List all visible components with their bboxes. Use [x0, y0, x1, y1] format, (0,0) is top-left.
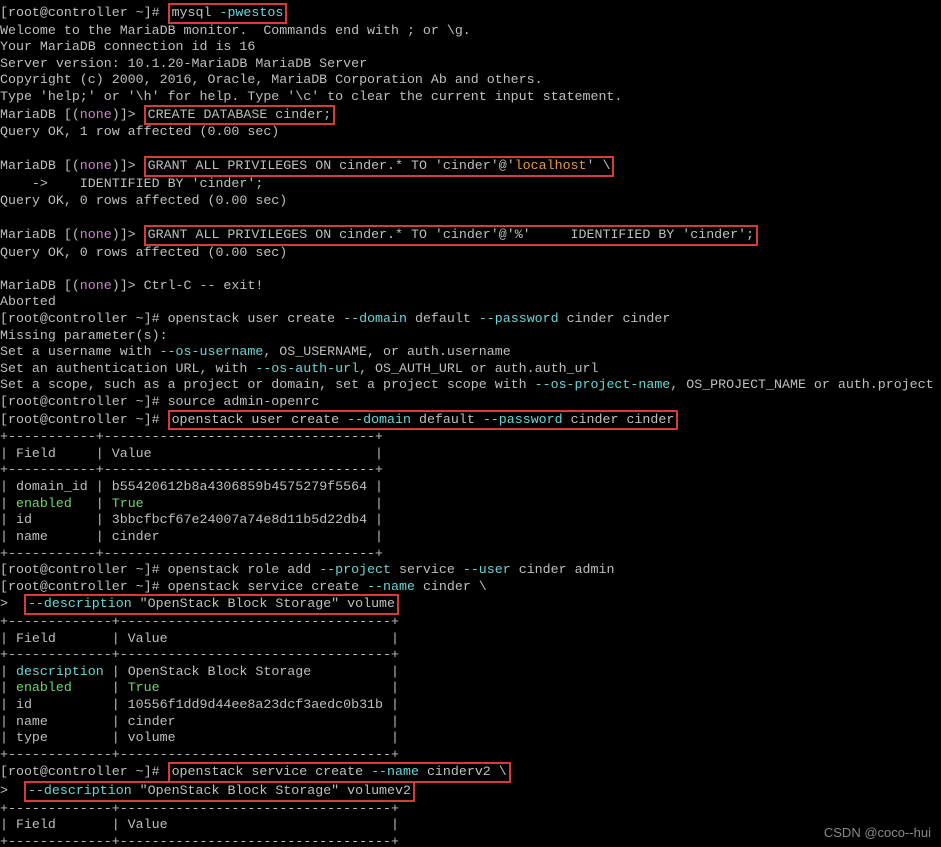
output: Server version: 10.1.20-MariaDB MariaDB … [0, 56, 939, 73]
watermark: CSDN @coco--hui [824, 825, 931, 841]
table-border: +-----------+---------------------------… [0, 546, 939, 563]
table-row: | enabled | True | [0, 496, 939, 513]
prompt-line: [root@controller ~]# openstack user crea… [0, 411, 939, 430]
output: Welcome to the MariaDB monitor. Commands… [0, 23, 939, 40]
output: Copyright (c) 2000, 2016, Oracle, MariaD… [0, 72, 939, 89]
table-row: | domain_id | b55420612b8a4306859b457527… [0, 479, 939, 496]
blank [0, 141, 939, 158]
table-border: +-----------+---------------------------… [0, 429, 939, 446]
output: Query OK, 1 row affected (0.00 sec) [0, 124, 939, 141]
blank [0, 209, 939, 226]
prompt-line: [root@controller ~]# openstack service c… [0, 579, 939, 596]
mariadb-prompt: MariaDB [(none)]> GRANT ALL PRIVILEGES O… [0, 226, 939, 245]
mariadb-prompt: MariaDB [(none)]> CREATE DATABASE cinder… [0, 106, 939, 125]
highlight-desc1: --description "OpenStack Block Storage" … [24, 594, 399, 615]
output: Set an authentication URL, with --os-aut… [0, 361, 939, 378]
highlight-desc2: --description "OpenStack Block Storage" … [24, 781, 415, 802]
terminal[interactable]: [root@controller ~]# mysql -pwestos Welc… [0, 0, 941, 847]
output: Type 'help;' or '\h' for help. Type '\c'… [0, 89, 939, 106]
output: Aborted [0, 294, 939, 311]
table-header: | Field | Value | [0, 446, 939, 463]
mariadb-prompt: MariaDB [(none)]> Ctrl-C -- exit! [0, 278, 939, 295]
prompt-line: [root@controller ~]# mysql -pwestos [0, 4, 939, 23]
output: -> IDENTIFIED BY 'cinder'; [0, 176, 939, 193]
table-row: | id | 10556f1dd9d44ee8a23dcf3aedc0b31b … [0, 697, 939, 714]
continuation: > --description "OpenStack Block Storage… [0, 595, 939, 614]
continuation: > --description "OpenStack Block Storage… [0, 782, 939, 801]
table-border: +-------------+-------------------------… [0, 801, 939, 818]
table-row: | type | volume | [0, 730, 939, 747]
blank [0, 261, 939, 278]
table-row: | description | OpenStack Block Storage … [0, 664, 939, 681]
highlight-mysql: mysql -pwestos [168, 3, 288, 24]
mariadb-prompt: MariaDB [(none)]> GRANT ALL PRIVILEGES O… [0, 157, 939, 176]
table-header: | Field | Value | [0, 631, 939, 648]
table-border: +-------------+-------------------------… [0, 614, 939, 631]
table-row: | id | 3bbcfbcf67e24007a74e8d11b5d22db4 … [0, 512, 939, 529]
highlight-svc2: openstack service create --name cinderv2… [168, 762, 511, 783]
table-row: | name | cinder | [0, 529, 939, 546]
table-row: | name | cinder | [0, 714, 939, 731]
table-border: +-------------+-------------------------… [0, 647, 939, 664]
highlight-grant2: GRANT ALL PRIVILEGES ON cinder.* TO 'cin… [144, 225, 758, 246]
prompt-line: [root@controller ~]# openstack user crea… [0, 311, 939, 328]
prompt-line: [root@controller ~]# openstack role add … [0, 562, 939, 579]
table-header: | Field | Value | [0, 817, 939, 834]
prompt-line: [root@controller ~]# openstack service c… [0, 763, 939, 782]
table-border: +-------------+-------------------------… [0, 834, 939, 847]
output: Missing parameter(s): [0, 328, 939, 345]
table-row: | enabled | True | [0, 680, 939, 697]
output: Your MariaDB connection id is 16 [0, 39, 939, 56]
output: Set a scope, such as a project or domain… [0, 377, 939, 394]
output: Set a username with --os-username, OS_US… [0, 344, 939, 361]
highlight-usercreate: openstack user create --domain default -… [168, 410, 679, 431]
output: Query OK, 0 rows affected (0.00 sec) [0, 193, 939, 210]
table-border: +-----------+---------------------------… [0, 462, 939, 479]
table-border: +-------------+-------------------------… [0, 747, 939, 764]
highlight-create-db: CREATE DATABASE cinder; [144, 105, 336, 126]
output: Query OK, 0 rows affected (0.00 sec) [0, 245, 939, 262]
highlight-grant1: GRANT ALL PRIVILEGES ON cinder.* TO 'cin… [144, 156, 615, 177]
prompt-line: [root@controller ~]# source admin-openrc [0, 394, 939, 411]
